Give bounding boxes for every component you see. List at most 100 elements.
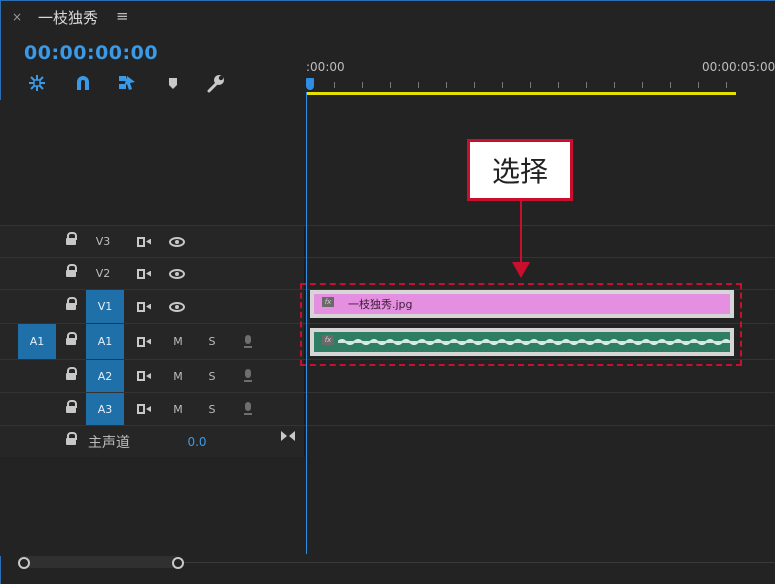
track-target-a3[interactable]: A3 — [86, 393, 124, 425]
lock-icon — [66, 264, 77, 278]
voiceover-record-a1[interactable] — [238, 324, 258, 359]
timeline-zoom-scrollbar[interactable] — [0, 556, 775, 570]
track-header-master: 主声道 0.0 — [0, 426, 304, 457]
empty-lower-area — [0, 457, 304, 556]
ruler-tick — [390, 82, 391, 88]
microphone-icon — [244, 402, 252, 416]
sync-lock-icon — [137, 301, 151, 312]
ruler-tick — [474, 82, 475, 88]
lock-icon — [66, 366, 77, 381]
selection-highlight-box — [300, 283, 742, 366]
close-tab-icon[interactable]: × — [12, 10, 22, 24]
playhead-timecode[interactable]: 00:00:00:00 — [24, 42, 158, 64]
snap-magnet-icon[interactable] — [72, 72, 94, 94]
ruler-tick — [698, 82, 699, 88]
voiceover-record-a3[interactable] — [238, 393, 258, 425]
track-target-v2[interactable]: V2 — [86, 258, 120, 289]
annotation-callout: 选择 — [467, 139, 573, 201]
track-target-v1[interactable]: V1 — [86, 290, 124, 323]
sync-lock-a1[interactable] — [134, 324, 154, 359]
eye-icon — [169, 236, 185, 247]
toggle-output-v2[interactable] — [166, 258, 188, 289]
ruler-tick — [558, 82, 559, 88]
microphone-icon — [244, 334, 252, 349]
track-a3: A3 M S — [0, 392, 775, 425]
linked-selection-icon[interactable] — [116, 72, 138, 94]
scroll-left-handle[interactable] — [18, 557, 30, 569]
scroll-thumb[interactable] — [18, 556, 182, 568]
sync-lock-icon — [137, 268, 151, 279]
solo-button-a1[interactable]: S — [202, 324, 222, 359]
sync-lock-a2[interactable] — [134, 360, 154, 392]
ruler-tick — [502, 82, 503, 88]
lock-track-a2[interactable] — [62, 360, 80, 392]
lock-icon — [66, 232, 77, 246]
source-patch-a1[interactable]: A1 — [18, 324, 56, 359]
empty-track-area — [0, 100, 304, 225]
lock-icon — [66, 432, 77, 446]
sync-lock-v1[interactable] — [134, 290, 154, 323]
mute-button-a2[interactable]: M — [168, 360, 188, 392]
timeline-tab[interactable]: × 一枝独秀 ≡ — [0, 0, 775, 36]
voiceover-record-a2[interactable] — [238, 360, 258, 392]
sync-lock-icon — [137, 404, 151, 414]
solo-button-a2[interactable]: S — [202, 360, 222, 392]
nest-sequence-icon[interactable] — [26, 72, 48, 94]
track-body-a3[interactable] — [305, 393, 775, 425]
lock-track-v1[interactable] — [62, 290, 80, 323]
lock-track-a3[interactable] — [62, 393, 80, 425]
annotation-arrow-head — [512, 262, 530, 278]
track-body-v3[interactable] — [305, 226, 775, 257]
timeline-toolbar — [24, 72, 254, 94]
track-header-a2: A2 M S — [0, 360, 304, 392]
scroll-right-handle[interactable] — [172, 557, 184, 569]
mute-button-a3[interactable]: M — [168, 393, 188, 425]
eye-icon — [169, 268, 185, 279]
track-target-a1[interactable]: A1 — [86, 324, 124, 359]
ruler-tick — [334, 82, 335, 88]
track-header-v1: V1 — [0, 290, 304, 323]
work-area-bar[interactable] — [306, 92, 736, 95]
track-header-v2: V2 — [0, 258, 304, 289]
lock-track-v2[interactable] — [62, 258, 80, 289]
ruler-tick — [530, 82, 531, 88]
master-volume-value[interactable]: 0.0 — [182, 426, 212, 457]
ruler-tick — [418, 82, 419, 88]
lock-track-a1[interactable] — [62, 324, 80, 359]
eye-icon — [169, 301, 185, 312]
toggle-output-v1[interactable] — [166, 290, 188, 323]
ruler-tick — [362, 82, 363, 88]
sync-lock-icon — [137, 336, 151, 347]
playhead-handle[interactable] — [306, 78, 314, 90]
solo-button-a3[interactable]: S — [202, 393, 222, 425]
mute-button-a1[interactable]: M — [168, 324, 188, 359]
track-body-master[interactable] — [305, 426, 775, 457]
ruler-tick — [446, 82, 447, 88]
microphone-icon — [244, 369, 252, 383]
sequence-title[interactable]: 一枝独秀 — [38, 7, 98, 28]
go-to-end-icon[interactable] — [280, 430, 296, 442]
sync-lock-v2[interactable] — [134, 258, 154, 289]
track-master: 主声道 0.0 — [0, 425, 775, 457]
track-target-v3[interactable]: V3 — [86, 226, 120, 257]
sync-lock-a3[interactable] — [134, 393, 154, 425]
ruler-tick — [614, 82, 615, 88]
lock-icon — [66, 297, 77, 311]
panel-menu-icon[interactable]: ≡ — [116, 7, 129, 25]
add-marker-icon[interactable] — [162, 72, 184, 94]
lock-track-v3[interactable] — [62, 226, 80, 257]
lock-icon — [66, 332, 77, 346]
lock-icon — [66, 399, 77, 414]
track-target-a2[interactable]: A2 — [86, 360, 124, 392]
track-header-a1: A1 A1 M S — [0, 324, 304, 359]
timeline-settings-wrench-icon[interactable] — [204, 72, 226, 94]
time-ruler[interactable]: :00:00 00:00:05:00 — [306, 56, 775, 100]
ruler-start-label: :00:00 — [306, 60, 345, 74]
ruler-tick — [670, 82, 671, 88]
sync-lock-v3[interactable] — [134, 226, 154, 257]
annotation-arrow-line — [520, 201, 522, 267]
toggle-output-v3[interactable] — [166, 226, 188, 257]
ruler-tick — [586, 82, 587, 88]
lock-track-master[interactable] — [62, 426, 80, 457]
ruler-end-label: 00:00:05:00 — [702, 60, 775, 74]
